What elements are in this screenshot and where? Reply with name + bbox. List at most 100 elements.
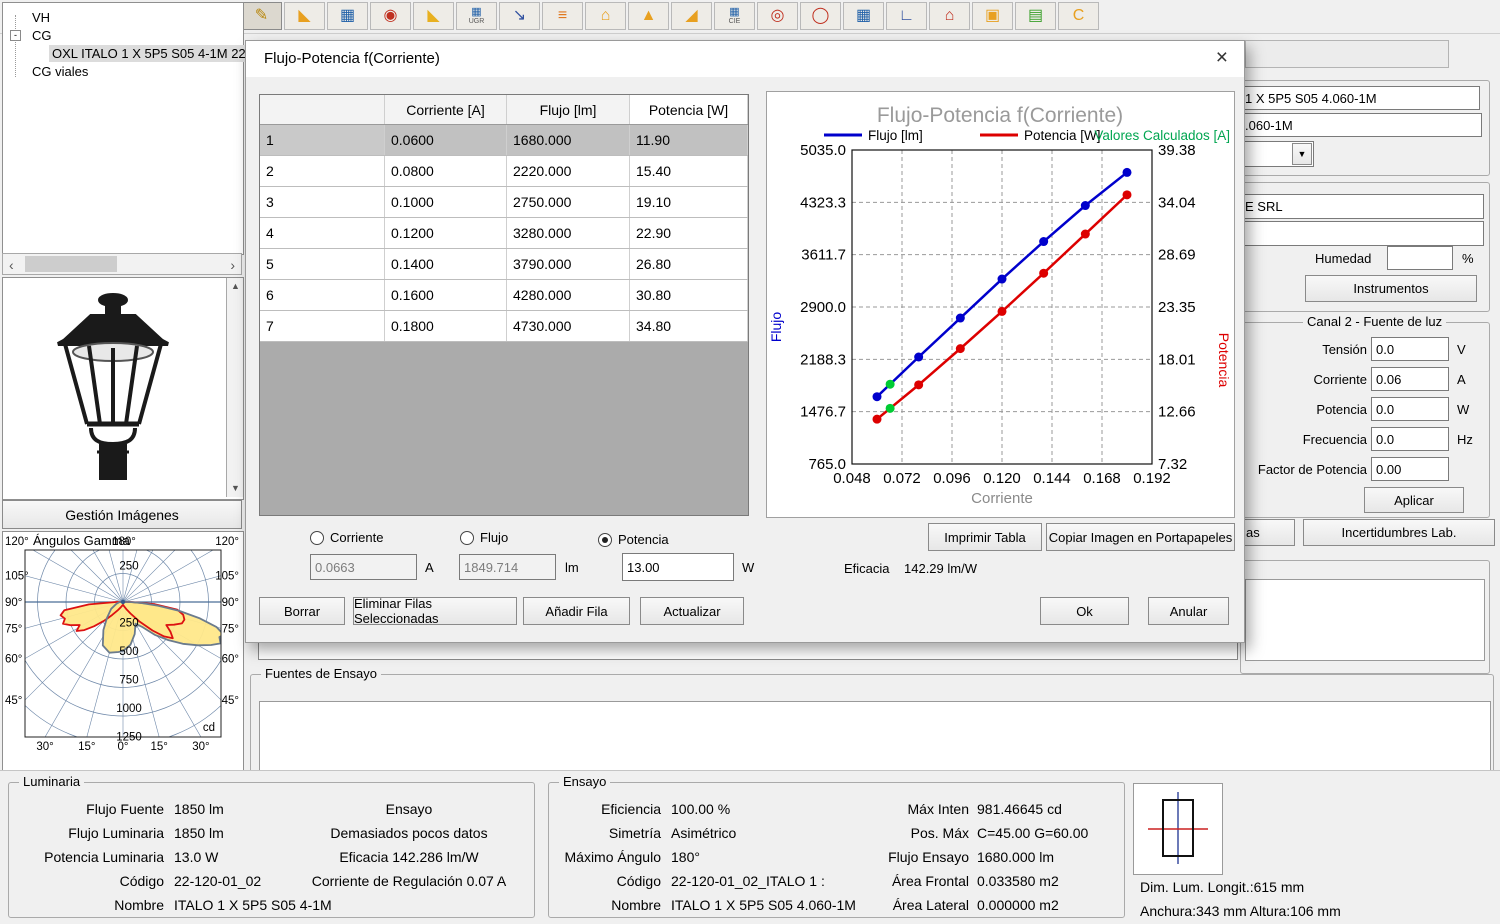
table-cell[interactable]: 4280.000 [507,280,630,310]
table-cell[interactable]: 3280.000 [507,218,630,248]
isocandela-icon[interactable]: ◯ [800,2,841,30]
potencia-value-input[interactable]: 13.00 [622,553,734,581]
table-row[interactable]: 50.14003790.00026.80 [260,249,748,280]
flujo-value-input[interactable]: 1849.714 [459,554,556,580]
intensity-table-icon[interactable]: ▦ [327,2,368,30]
canal2-3-input[interactable]: 0.0 [1371,427,1449,451]
table-row[interactable]: 20.08002220.00015.40 [260,156,748,187]
canal2-4-input[interactable]: 0.00 [1371,457,1449,481]
table-cell[interactable]: 0.1200 [385,218,507,248]
table-cell[interactable]: 26.80 [630,249,748,279]
polar-curve-icon[interactable]: ◣ [284,2,325,30]
row-number-cell[interactable]: 5 [260,249,385,279]
table-header-0[interactable] [260,95,385,124]
table-cell[interactable]: 0.1400 [385,249,507,279]
actualizar-button[interactable]: Actualizar [640,597,744,625]
radio-circle-icon[interactable] [460,531,474,545]
table-view-icon[interactable]: ▦ [843,2,884,30]
beam-curve-icon[interactable]: ◢ [671,2,712,30]
instrumentos-button[interactable]: Instrumentos [1305,275,1477,302]
dropdown-arrow-icon[interactable]: ▼ [1292,143,1312,165]
anadir-fila-button[interactable]: Añadir Fila [523,597,630,625]
scroll-left-icon[interactable]: ‹ [9,258,14,272]
tree-item-0[interactable]: VH [3,8,241,26]
tree-item-2[interactable]: OXL ITALO 1 X 5P5 S05 4-1M 22 [3,44,241,62]
scroll-up-icon[interactable]: ▲ [231,282,240,291]
table-header-3[interactable]: Potencia [W] [630,95,748,124]
imprimir-tabla-button[interactable]: Imprimir Tabla [928,523,1042,551]
table-cell[interactable]: 34.80 [630,311,748,341]
table-cell[interactable]: 0.1000 [385,187,507,217]
tree-item-3[interactable]: CG viales [3,62,241,80]
borrar-button[interactable]: Borrar [259,597,345,625]
ok-button[interactable]: Ok [1040,597,1129,625]
radio-potencia[interactable]: Potencia [598,532,669,547]
dialog-titlebar[interactable]: Flujo-Potencia f(Corriente) × [246,41,1244,77]
table-cell[interactable]: 19.10 [630,187,748,217]
eliminar-filas-button[interactable]: Eliminar Filas Seleccionadas [353,597,517,625]
table-row[interactable]: 30.10002750.00019.10 [260,187,748,218]
scroll-down-icon[interactable]: ▼ [231,484,240,493]
tree-item-1[interactable]: -CG [3,26,241,44]
table-cell[interactable]: 22.90 [630,218,748,248]
table-cell[interactable]: 2750.000 [507,187,630,217]
incertidumbres-button[interactable]: Incertidumbres Lab. [1303,519,1495,546]
row-number-cell[interactable]: 2 [260,156,385,186]
isolux-rings-icon[interactable]: ◎ [757,2,798,30]
luminaire-shape-icon[interactable]: ⌂ [585,2,626,30]
copiar-imagen-button[interactable]: Copiar Imagen en Portapapeles [1046,523,1235,551]
close-icon[interactable]: × [1216,46,1228,70]
table-header-2[interactable]: Flujo [lm] [507,95,630,124]
gamma-flame-icon[interactable]: ◉ [370,2,411,30]
tree-expander-icon[interactable]: - [10,30,21,41]
tree-item-label[interactable]: CG [29,27,55,44]
table-cell[interactable]: 15.40 [630,156,748,186]
table-row[interactable]: 10.06001680.00011.90 [260,125,748,156]
table-cell[interactable]: 3790.000 [507,249,630,279]
aplicar-button[interactable]: Aplicar [1364,487,1464,513]
radio-circle-icon[interactable] [598,533,612,547]
gestion-imagenes-button[interactable]: Gestión Imágenes [2,500,242,529]
table-cell[interactable]: 1680.000 [507,125,630,155]
cie-table-icon[interactable]: ▦CIE [714,2,755,30]
luminaire-name-field[interactable]: 1 X 5P5 S05 4.060-1M [1240,86,1480,110]
row-number-cell[interactable]: 6 [260,280,385,310]
lamp-count-dropdown[interactable]: ▼ [1238,141,1314,167]
row-number-cell[interactable]: 1 [260,125,385,155]
table-cell[interactable]: 30.80 [630,280,748,310]
humedad-input[interactable] [1387,246,1453,270]
tree-horizontal-scrollbar[interactable]: ‹ › [2,253,242,275]
projector-beam-icon[interactable]: ⌂ [929,2,970,30]
right-list-area[interactable] [1245,579,1485,661]
canal2-0-input[interactable]: 0.0 [1371,337,1449,361]
table-row[interactable]: 40.12003280.00022.90 [260,218,748,249]
cartesian-diagram-icon[interactable]: ◣ [413,2,454,30]
scroll-thumb[interactable] [25,256,117,272]
table-cell[interactable]: 0.0800 [385,156,507,186]
tree-item-label[interactable]: VH [29,9,53,26]
tree-item-label[interactable]: OXL ITALO 1 X 5P5 S05 4-1M 22 [49,45,249,62]
table-cell[interactable]: 4730.000 [507,311,630,341]
canal2-2-input[interactable]: 0.0 [1371,397,1449,421]
anular-button[interactable]: Anular [1148,597,1229,625]
report-sheet-icon[interactable]: ▤ [1015,2,1056,30]
table-cell[interactable]: 0.1600 [385,280,507,310]
table-row[interactable]: 60.16004280.00030.80 [260,280,748,311]
c-planes-icon[interactable]: C [1058,2,1099,30]
radio-corriente[interactable]: Corriente [310,530,383,545]
energy-label-icon[interactable]: ≡ [542,2,583,30]
radio-circle-icon[interactable] [310,531,324,545]
laboratory-field[interactable]: E SRL [1240,194,1484,219]
table-row[interactable]: 70.18004730.00034.80 [260,311,748,342]
depreciation-curve-icon[interactable]: ↘ [499,2,540,30]
operator-field[interactable] [1240,221,1484,246]
tree-item-label[interactable]: CG viales [29,63,91,80]
luminaire-code-field[interactable]: .060-1M [1240,113,1482,137]
table-cell[interactable]: 2220.000 [507,156,630,186]
canal2-1-input[interactable]: 0.06 [1371,367,1449,391]
table-header-1[interactable]: Corriente [A] [385,95,507,124]
table-cell[interactable]: 0.1800 [385,311,507,341]
gamma-angle-icon[interactable]: ∟ [886,2,927,30]
ugr-table-icon[interactable]: ▦UGR [456,2,497,30]
table-cell[interactable]: 11.90 [630,125,748,155]
